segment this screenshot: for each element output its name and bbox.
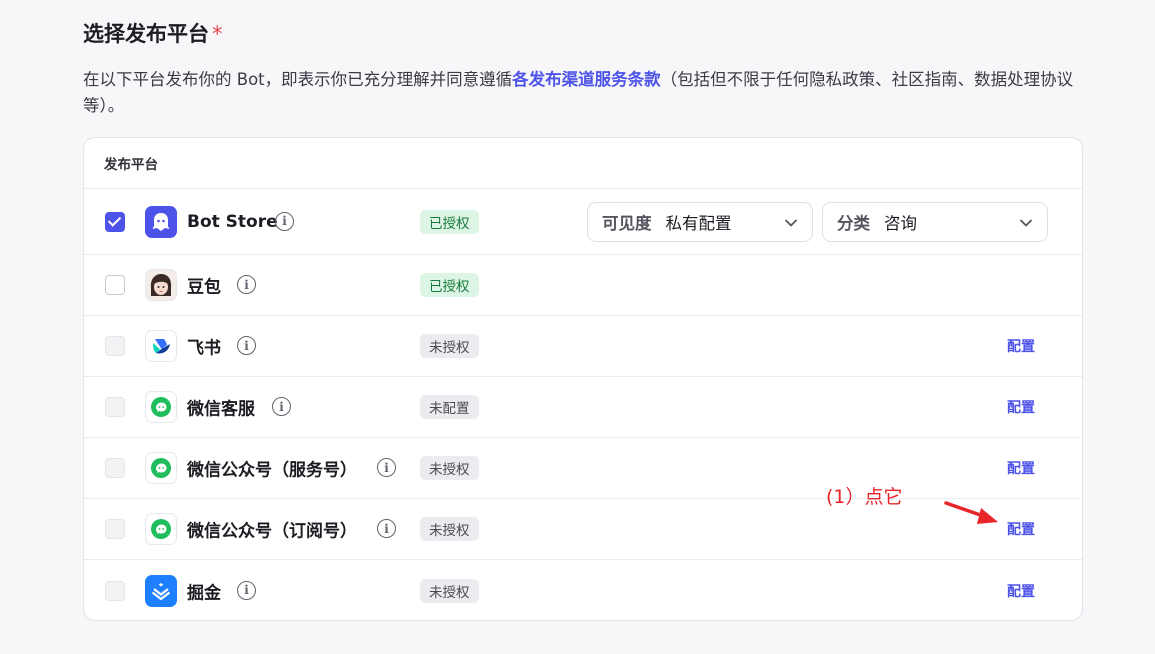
required-mark: *: [212, 22, 223, 46]
terms-text-before: 在以下平台发布你的 Bot，即表示你已充分理解并同意遵循: [83, 70, 513, 89]
category-select[interactable]: 分类 咨询: [822, 202, 1048, 242]
info-icon[interactable]: i: [237, 336, 256, 355]
platform-name: Bot Store: [187, 211, 278, 232]
info-icon[interactable]: i: [237, 580, 256, 600]
platform-name: 豆包: [187, 277, 221, 298]
platform-name: 掘金: [187, 583, 221, 603]
annotation-arrow-icon: [944, 501, 998, 524]
visibility-label: 可见度: [602, 214, 652, 233]
category-value: 咨询: [884, 214, 917, 233]
status-badge: 未授权: [420, 456, 479, 480]
section-title-text: 选择发布平台: [83, 22, 209, 46]
visibility-value: 私有配置: [665, 214, 732, 233]
checkbox-wechat-official-subscription[interactable]: [105, 519, 125, 539]
info-icon[interactable]: i: [237, 275, 256, 294]
status-badge: 未授权: [420, 578, 479, 603]
status-badge: 未配置: [420, 395, 479, 419]
platform-name: 飞书: [187, 338, 221, 359]
checkbox-juejin[interactable]: [105, 580, 125, 601]
visibility-select[interactable]: 可见度 私有配置: [587, 202, 813, 242]
checkbox-wechat-official-service[interactable]: [105, 458, 125, 478]
annotation-text: (1）点它: [826, 486, 903, 508]
wechat-icon: [145, 513, 177, 545]
section-title: 选择发布平台 *: [83, 18, 223, 48]
platform-name: 微信公众号（服务号）: [187, 460, 357, 481]
platform-row-wechat-official-subscription: 微信公众号（订阅号） i 未授权 配置: [84, 499, 1082, 560]
checkbox-feishu[interactable]: [105, 336, 125, 356]
chevron-down-icon: [785, 219, 797, 227]
config-button-feishu[interactable]: 配置: [1007, 336, 1035, 356]
platform-name: 微信客服: [187, 399, 255, 420]
table-header: 发布平台: [84, 138, 1082, 189]
platform-row-juejin: 掘金 i 未授权 配置: [84, 560, 1082, 620]
chevron-down-icon: [1020, 219, 1032, 227]
platform-row-wechat-official-service: 微信公众号（服务号） i 未授权 配置: [84, 438, 1082, 499]
config-button-wechat-official-service[interactable]: 配置: [1007, 458, 1035, 478]
doubao-avatar-icon: [145, 269, 177, 301]
platform-row-bot-store: Bot Store i 已授权 可见度 私有配置 分类 咨询: [84, 189, 1082, 255]
info-icon[interactable]: i: [272, 397, 291, 416]
feishu-icon: [145, 330, 177, 362]
status-badge: 已授权: [420, 209, 479, 234]
platform-row-doubao: 豆包 i 已授权: [84, 255, 1082, 316]
checkbox-doubao[interactable]: [105, 275, 125, 295]
info-icon[interactable]: i: [275, 211, 294, 231]
platform-table: 发布平台 Bot Store i 已授权 可见度 私有配置 分类 咨询 豆包 i…: [83, 137, 1083, 621]
checkbox-bot-store[interactable]: [105, 211, 125, 232]
status-badge: 未授权: [420, 517, 479, 541]
platform-row-wechat-service: 微信客服 i 未配置 配置: [84, 377, 1082, 438]
config-button-juejin[interactable]: 配置: [1007, 581, 1035, 601]
status-badge: 未授权: [420, 334, 479, 358]
info-icon[interactable]: i: [377, 519, 396, 538]
platform-row-feishu: 飞书 i 未授权 配置: [84, 316, 1082, 377]
terms-description: 在以下平台发布你的 Bot，即表示你已充分理解并同意遵循各发布渠道服务条款（包括…: [83, 67, 1083, 119]
category-label: 分类: [837, 214, 870, 233]
juejin-icon: [145, 574, 177, 607]
wechat-icon: [145, 391, 177, 423]
terms-link[interactable]: 各发布渠道服务条款: [512, 70, 661, 89]
wechat-icon: [145, 452, 177, 484]
config-button-wechat-official-subscription[interactable]: 配置: [1007, 519, 1035, 539]
status-badge: 已授权: [420, 273, 479, 297]
bot-store-icon: [145, 205, 177, 238]
checkbox-wechat-service[interactable]: [105, 397, 125, 417]
info-icon[interactable]: i: [377, 458, 396, 477]
config-button-wechat-service[interactable]: 配置: [1007, 397, 1035, 417]
platform-name: 微信公众号（订阅号）: [187, 521, 357, 542]
